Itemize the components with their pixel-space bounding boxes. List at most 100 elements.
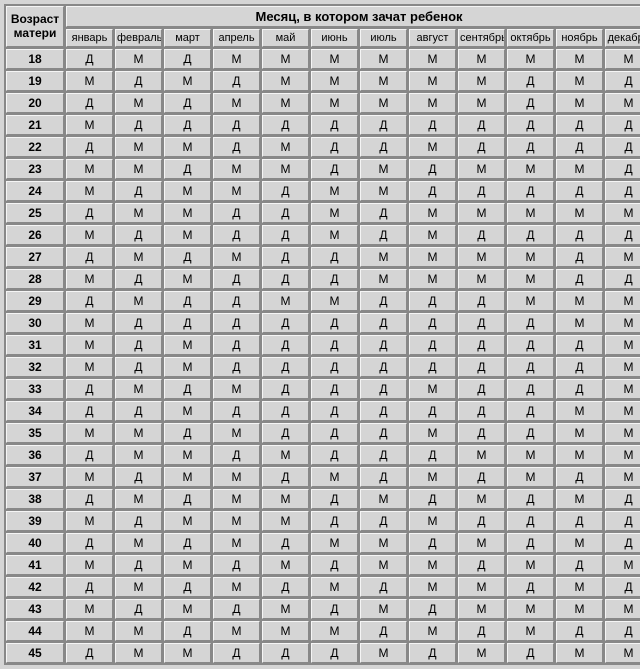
cell: Д — [262, 401, 309, 421]
months-banner: Месяц, в котором зачат ребенок — [66, 6, 640, 27]
cell: Д — [66, 401, 113, 421]
cell: М — [115, 423, 162, 443]
cell: Д — [311, 401, 358, 421]
cell: Д — [360, 115, 407, 135]
cell: Д — [360, 467, 407, 487]
cell: М — [458, 247, 505, 267]
cell: Д — [262, 225, 309, 245]
cell: Д — [556, 269, 603, 289]
cell: М — [262, 511, 309, 531]
cell: Д — [507, 71, 554, 91]
cell: М — [164, 71, 211, 91]
cell: М — [605, 49, 640, 69]
cell: Д — [262, 357, 309, 377]
cell: Д — [507, 225, 554, 245]
age-header: 28 — [6, 269, 64, 289]
cell: М — [213, 247, 260, 267]
cell: Д — [360, 335, 407, 355]
cell: Д — [409, 291, 456, 311]
cell: М — [507, 621, 554, 641]
table-row: 22ДММДМДДМДДДД — [6, 137, 640, 157]
cell: Д — [115, 71, 162, 91]
cell: Д — [164, 489, 211, 509]
table-header: Возраст матери Месяц, в котором зачат ре… — [6, 6, 640, 47]
cell: Д — [360, 291, 407, 311]
cell: Д — [213, 357, 260, 377]
cell: М — [605, 291, 640, 311]
cell: М — [556, 401, 603, 421]
cell: Д — [311, 599, 358, 619]
cell: Д — [66, 137, 113, 157]
cell: М — [360, 71, 407, 91]
table-row: 40ДМДМДММДМДМД — [6, 533, 640, 553]
cell: М — [556, 71, 603, 91]
cell: Д — [66, 49, 113, 69]
cell: Д — [605, 71, 640, 91]
table-row: 28МДМДДДММММДД — [6, 269, 640, 289]
cell: Д — [409, 181, 456, 201]
cell: Д — [507, 181, 554, 201]
month-header: июнь — [311, 29, 358, 47]
cell: М — [458, 269, 505, 289]
cell: М — [164, 225, 211, 245]
cell: Д — [311, 247, 358, 267]
cell: М — [507, 159, 554, 179]
cell: Д — [311, 445, 358, 465]
table-row: 21МДДДДДДДДДДД — [6, 115, 640, 135]
cell: М — [556, 489, 603, 509]
cell: М — [605, 335, 640, 355]
cell: Д — [66, 643, 113, 663]
cell: М — [556, 533, 603, 553]
cell: Д — [360, 137, 407, 157]
cell: Д — [66, 291, 113, 311]
cell: М — [311, 49, 358, 69]
table-row: 32МДМДДДДДДДДМ — [6, 357, 640, 377]
cell: М — [507, 291, 554, 311]
cell: М — [360, 555, 407, 575]
cell: М — [556, 577, 603, 597]
table-row: 26МДМДДМДМДДДД — [6, 225, 640, 245]
cell: Д — [115, 115, 162, 135]
table-row: 25ДММДДМДМММММ — [6, 203, 640, 223]
cell: Д — [311, 643, 358, 663]
cell: М — [262, 137, 309, 157]
cell: М — [605, 445, 640, 465]
cell: Д — [507, 401, 554, 421]
age-header: 21 — [6, 115, 64, 135]
cell: Д — [458, 115, 505, 135]
cell: М — [605, 643, 640, 663]
cell: М — [164, 599, 211, 619]
cell: М — [360, 533, 407, 553]
cell: М — [164, 269, 211, 289]
cell: М — [66, 357, 113, 377]
table-row: 33ДМДМДДДМДДДМ — [6, 379, 640, 399]
cell: Д — [507, 93, 554, 113]
age-header: 34 — [6, 401, 64, 421]
cell: М — [409, 577, 456, 597]
age-header: 18 — [6, 49, 64, 69]
cell: М — [164, 445, 211, 465]
cell: Д — [213, 269, 260, 289]
cell: М — [556, 291, 603, 311]
cell: Д — [213, 643, 260, 663]
age-header: 39 — [6, 511, 64, 531]
cell: Д — [556, 115, 603, 135]
cell: М — [66, 599, 113, 619]
cell: М — [409, 423, 456, 443]
cell: М — [115, 93, 162, 113]
cell: М — [164, 555, 211, 575]
cell: Д — [409, 335, 456, 355]
cell: Д — [164, 49, 211, 69]
cell: Д — [262, 269, 309, 289]
age-header: 37 — [6, 467, 64, 487]
cell: М — [311, 291, 358, 311]
cell: М — [262, 159, 309, 179]
table-row: 31МДМДДДДДДДДМ — [6, 335, 640, 355]
cell: М — [115, 247, 162, 267]
cell: Д — [458, 555, 505, 575]
cell: М — [213, 577, 260, 597]
cell: Д — [458, 379, 505, 399]
table-row: 38ДМДММДМДМДМД — [6, 489, 640, 509]
cell: Д — [605, 115, 640, 135]
cell: Д — [605, 489, 640, 509]
